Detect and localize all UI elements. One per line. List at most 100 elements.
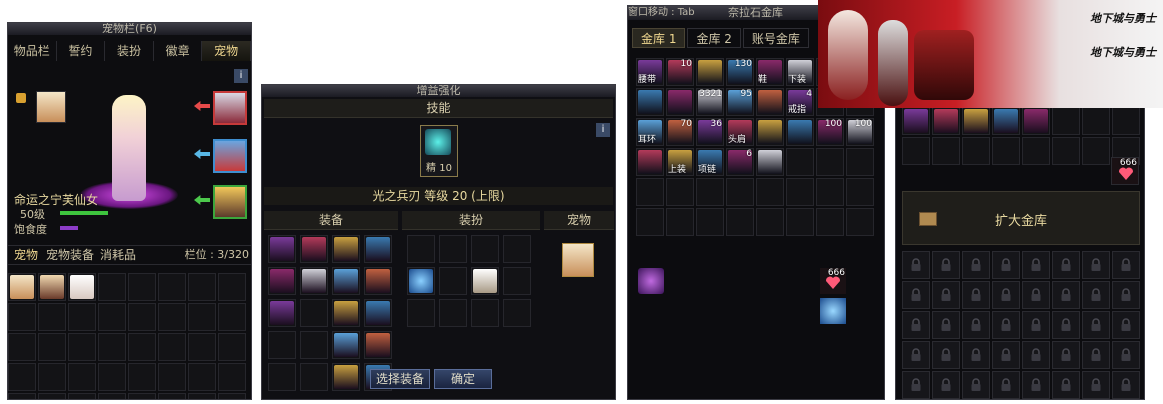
storage-slot[interactable] bbox=[636, 178, 664, 206]
heart-item[interactable]: 666 bbox=[1111, 157, 1139, 185]
pet-inventory-slot[interactable] bbox=[158, 303, 186, 331]
storage-slot[interactable]: 耳环 bbox=[636, 118, 664, 146]
equip-slot[interactable] bbox=[300, 299, 328, 327]
storage-slot[interactable] bbox=[786, 178, 814, 206]
storage-slot[interactable] bbox=[756, 118, 784, 146]
pet-inventory-slot[interactable] bbox=[218, 393, 246, 399]
heart-item[interactable]: 666 bbox=[820, 268, 846, 294]
storage-slot[interactable] bbox=[1112, 107, 1140, 135]
tab-storage-2[interactable]: 金库 2 bbox=[687, 28, 741, 48]
storage-slot[interactable] bbox=[962, 107, 990, 135]
pet-inventory-slot[interactable] bbox=[38, 303, 66, 331]
storage-slot[interactable]: 6 bbox=[726, 148, 754, 176]
storage-slot[interactable] bbox=[726, 208, 754, 236]
storage-slot[interactable]: 4 戒指 bbox=[786, 88, 814, 116]
pet-inventory-slot[interactable] bbox=[128, 333, 156, 361]
pet-inventory-slot[interactable] bbox=[158, 363, 186, 391]
storage-slot[interactable] bbox=[1052, 137, 1080, 165]
storage-slot[interactable] bbox=[846, 178, 874, 206]
pet-inventory-slot[interactable] bbox=[218, 333, 246, 361]
pet-inventory-slot[interactable] bbox=[158, 393, 186, 399]
avatar-slot[interactable] bbox=[407, 235, 435, 263]
storage-slot[interactable] bbox=[1082, 107, 1110, 135]
pet-avatar-slot[interactable] bbox=[36, 91, 66, 123]
equip-slot[interactable] bbox=[332, 267, 360, 295]
pet-inventory-slot[interactable] bbox=[98, 333, 126, 361]
equip-slot[interactable] bbox=[268, 267, 296, 295]
equip-slot[interactable] bbox=[268, 363, 296, 391]
storage-slot[interactable] bbox=[756, 88, 784, 116]
storage-slot[interactable] bbox=[932, 107, 960, 135]
storage-slot[interactable] bbox=[756, 178, 784, 206]
enhance-panel-title[interactable]: 增益强化 bbox=[262, 85, 615, 97]
pet-inventory-slot[interactable] bbox=[98, 363, 126, 391]
storage-slot[interactable] bbox=[696, 208, 724, 236]
equip-slot[interactable] bbox=[332, 331, 360, 359]
avatar-slot[interactable] bbox=[503, 235, 531, 263]
storage-slot[interactable] bbox=[696, 178, 724, 206]
storage-slot[interactable] bbox=[816, 178, 844, 206]
pet-inventory-slot[interactable] bbox=[218, 303, 246, 331]
storage-slot[interactable] bbox=[666, 178, 694, 206]
storage-slot[interactable]: 头肩 bbox=[726, 118, 754, 146]
pet-inventory-slot[interactable] bbox=[68, 333, 96, 361]
storage-slot[interactable]: 36 bbox=[696, 118, 724, 146]
equip-slot[interactable] bbox=[364, 235, 392, 263]
storage-slot[interactable] bbox=[786, 118, 814, 146]
pet-panel-title[interactable]: 宠物栏(F6) bbox=[8, 23, 251, 35]
storage-slot[interactable] bbox=[666, 208, 694, 236]
storage-slot[interactable] bbox=[902, 107, 930, 135]
storage-slot[interactable] bbox=[816, 208, 844, 236]
pet-inventory-slot[interactable] bbox=[8, 363, 36, 391]
pet-inventory-slot[interactable] bbox=[68, 303, 96, 331]
avatar-slot[interactable] bbox=[407, 267, 435, 295]
equip-slot[interactable] bbox=[268, 235, 296, 263]
select-equipment-button[interactable]: 选择装备 bbox=[370, 369, 430, 389]
storage-slot[interactable] bbox=[992, 137, 1020, 165]
pet-inventory-slot[interactable] bbox=[128, 393, 156, 399]
storage-slot[interactable] bbox=[1052, 107, 1080, 135]
storage-slot[interactable] bbox=[636, 88, 664, 116]
storage-slot[interactable] bbox=[696, 58, 724, 86]
pet-inventory-slot[interactable] bbox=[218, 363, 246, 391]
tab-avatar[interactable]: 装扮 bbox=[105, 41, 154, 61]
storage-slot[interactable] bbox=[726, 178, 754, 206]
enhance-pet-slot[interactable] bbox=[562, 243, 594, 277]
storage-slot[interactable] bbox=[756, 148, 784, 176]
storage-slot[interactable] bbox=[962, 137, 990, 165]
equip-slot[interactable] bbox=[364, 331, 392, 359]
equip-slot[interactable] bbox=[300, 235, 328, 263]
storage-slot[interactable]: 3321 bbox=[696, 88, 724, 116]
storage-slot[interactable] bbox=[786, 208, 814, 236]
pet-equip-slot-blue[interactable] bbox=[213, 139, 247, 173]
storage-slot[interactable]: 上装 bbox=[666, 148, 694, 176]
tab-inventory[interactable]: 物品栏 bbox=[8, 41, 57, 61]
storage-slot[interactable]: 130 bbox=[726, 58, 754, 86]
equip-slot[interactable] bbox=[268, 299, 296, 327]
pet-equip-slot-green[interactable] bbox=[213, 185, 247, 219]
storage-slot[interactable]: 100 bbox=[816, 118, 844, 146]
pet-inventory-slot[interactable] bbox=[68, 363, 96, 391]
pet-inventory-slot[interactable] bbox=[128, 273, 156, 301]
pet-inventory-slot[interactable] bbox=[158, 273, 186, 301]
storage-slot[interactable] bbox=[786, 148, 814, 176]
storage-slot[interactable] bbox=[636, 148, 664, 176]
pet-inventory-slot[interactable] bbox=[98, 303, 126, 331]
storage-slot[interactable] bbox=[932, 137, 960, 165]
equip-slot[interactable] bbox=[268, 331, 296, 359]
avatar-slot[interactable] bbox=[407, 299, 435, 327]
tab-account-storage[interactable]: 账号金库 bbox=[742, 28, 809, 48]
pet-inventory-slot[interactable] bbox=[188, 393, 216, 399]
avatar-slot[interactable] bbox=[439, 267, 467, 295]
pet-inventory-slot[interactable] bbox=[188, 333, 216, 361]
tab-oath[interactable]: 誓约 bbox=[57, 41, 106, 61]
pet-inventory-slot[interactable] bbox=[218, 273, 246, 301]
pet-inventory-slot[interactable] bbox=[68, 393, 96, 399]
equip-slot[interactable] bbox=[332, 363, 360, 391]
avatar-slot[interactable] bbox=[471, 267, 499, 295]
tab-consumables[interactable]: 消耗品 bbox=[96, 246, 140, 264]
pet-inventory-slot[interactable] bbox=[128, 303, 156, 331]
storage-slot[interactable] bbox=[756, 208, 784, 236]
tab-pet-equip[interactable]: 宠物装备 bbox=[44, 246, 96, 264]
purple-orb-item[interactable] bbox=[638, 268, 664, 294]
